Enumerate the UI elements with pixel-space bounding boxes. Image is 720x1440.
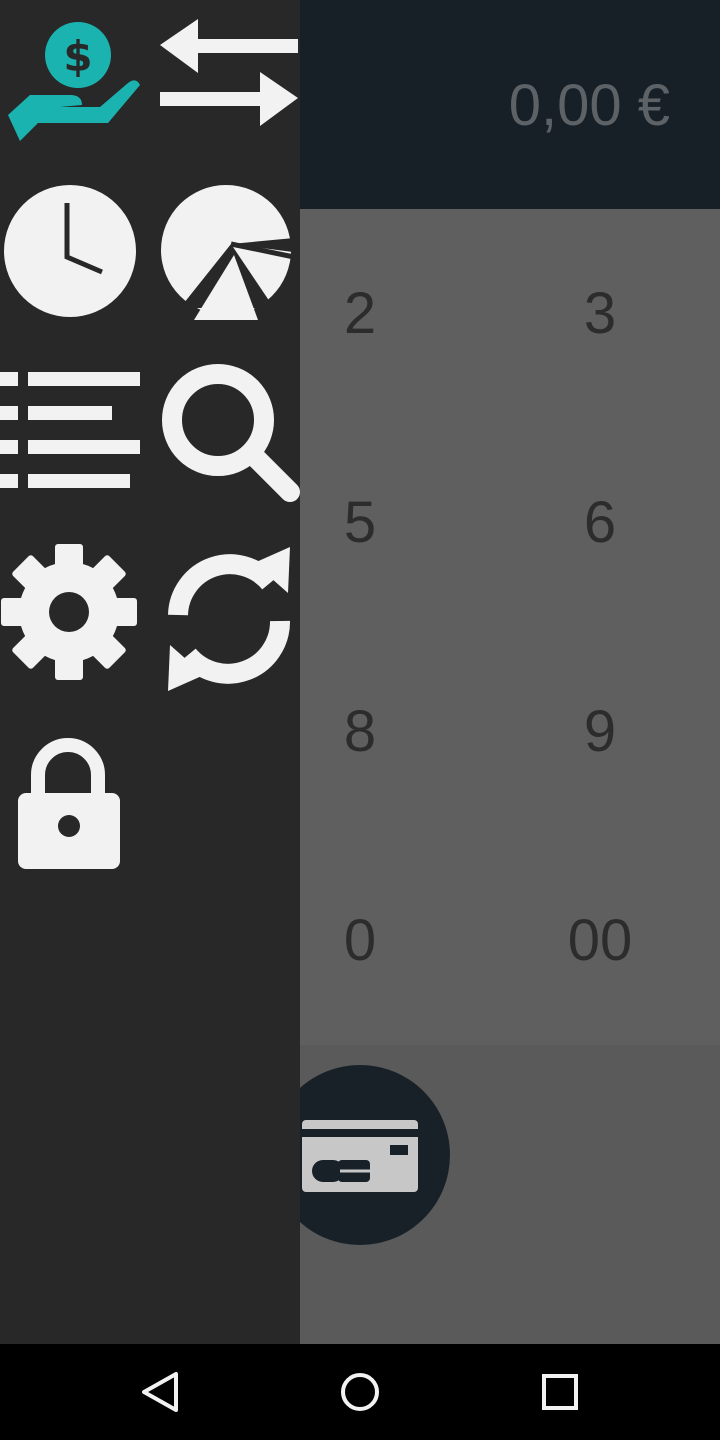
search-icon <box>162 364 300 502</box>
system-navigation-bar <box>0 1344 720 1440</box>
sync-item[interactable] <box>158 545 300 693</box>
credit-card-icon <box>302 1120 418 1192</box>
amount-display: 0,00 € <box>508 73 670 138</box>
lock-item[interactable] <box>0 735 140 875</box>
receive-payment-item[interactable]: $ <box>0 15 140 145</box>
pie-chart-icon <box>161 185 295 320</box>
home-icon <box>341 1373 379 1411</box>
recents-button[interactable] <box>500 1344 620 1440</box>
lock-icon <box>18 738 120 869</box>
clock-icon <box>4 185 136 317</box>
statistics-item[interactable] <box>158 180 300 320</box>
navigation-drawer: $ <box>0 0 300 1344</box>
receive-payment-icon: $ <box>8 22 140 141</box>
svg-text:$: $ <box>63 32 92 81</box>
search-item[interactable] <box>158 360 300 502</box>
key-00[interactable]: 00 <box>480 836 720 1045</box>
key-6[interactable]: 6 <box>480 418 720 627</box>
home-button[interactable] <box>300 1344 420 1440</box>
settings-gear-icon <box>1 544 137 680</box>
back-button[interactable] <box>100 1344 220 1440</box>
back-icon <box>142 1372 178 1412</box>
list-icon <box>0 372 140 488</box>
key-3[interactable]: 3 <box>480 209 720 418</box>
transfer-arrows-icon <box>160 19 298 126</box>
key-9[interactable]: 9 <box>480 627 720 836</box>
settings-item[interactable] <box>0 542 140 682</box>
refresh-icon <box>168 547 291 691</box>
history-item[interactable] <box>0 183 140 319</box>
transactions-list-item[interactable] <box>0 368 140 494</box>
recents-icon <box>542 1374 578 1410</box>
transfer-item[interactable] <box>158 15 300 130</box>
